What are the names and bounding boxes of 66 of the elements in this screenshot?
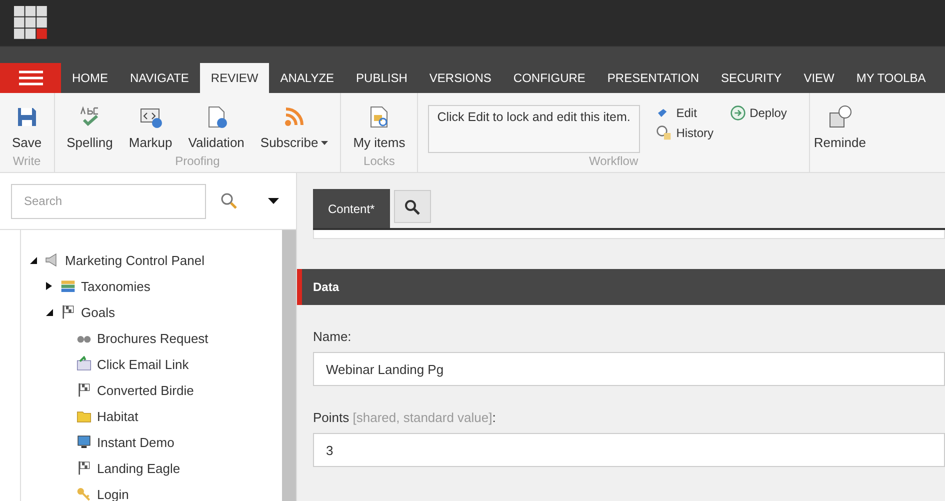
checkered-flag-icon [76, 382, 92, 398]
key-icon [76, 486, 92, 501]
ribbon-tab[interactable]: CONFIGURE [502, 63, 596, 93]
ribbon-button[interactable]: Markup [122, 105, 178, 150]
ribbon-button[interactable]: Validation [182, 105, 250, 150]
ribbon-tab[interactable]: PUBLISH [345, 63, 418, 93]
ribbon-tab[interactable]: ANALYZE [269, 63, 346, 93]
ribbon-tab[interactable]: PRESENTATION [596, 63, 710, 93]
input-field[interactable] [313, 230, 945, 239]
field-label: Points [shared, standard value]: [313, 410, 497, 425]
rss-icon [282, 105, 306, 129]
search-tab-button[interactable] [394, 190, 431, 223]
field-label: Name: [313, 329, 352, 344]
input-field[interactable]: 3 [313, 433, 945, 467]
search-field[interactable]: Search [11, 184, 206, 218]
ribbon-button[interactable]: My items [347, 105, 412, 150]
tree-item[interactable]: Converted Birdie [97, 382, 194, 398]
input-field[interactable]: Webinar Landing Pg [313, 352, 945, 386]
ribbon-button[interactable]: Spelling [60, 105, 119, 150]
ribbon-tab[interactable]: VIEW [792, 63, 846, 93]
tree-item[interactable]: Habitat [97, 408, 138, 424]
ribbon-tab[interactable]: SECURITY [710, 63, 793, 93]
ribbon-button[interactable]: Reminde [810, 105, 870, 150]
tree-item[interactable]: Brochures Request [97, 330, 208, 346]
monitor-icon [76, 434, 92, 450]
search-icon [220, 192, 238, 210]
tree-item[interactable]: Taxonomies [81, 278, 150, 294]
workflow-message: Click Edit to lock and edit this item. [428, 105, 640, 153]
section-header: Data [297, 269, 945, 305]
search-icon [404, 198, 420, 214]
workflow-action[interactable]: History [656, 125, 714, 141]
expand-arrow-icon[interactable] [45, 282, 53, 290]
collapse-arrow-icon[interactable] [45, 308, 53, 316]
tree-item[interactable]: Landing Eagle [97, 460, 180, 476]
group-label: Write [12, 154, 42, 170]
menu-button[interactable] [0, 63, 61, 93]
group-label: Proofing [174, 154, 221, 170]
tree-item[interactable]: Marketing Control Panel [65, 252, 204, 268]
ribbon-tab[interactable]: NAVIGATE [119, 63, 200, 93]
editor-tab[interactable]: Content* [313, 189, 390, 228]
search-button[interactable] [220, 192, 238, 210]
ribbon-tab[interactable]: VERSIONS [418, 63, 502, 93]
tree-item[interactable]: Login [97, 486, 129, 501]
ribbon-tab[interactable]: HOME [61, 63, 119, 93]
ribbon-button[interactable]: Subscribe [254, 105, 334, 150]
checkered-flag-icon [60, 304, 76, 320]
ribbon-tab[interactable]: REVIEW [200, 63, 270, 93]
arrow-circle-icon [730, 105, 746, 121]
ribbon-tab[interactable]: MY TOOLBA [845, 63, 937, 93]
workflow-action[interactable]: Deploy [730, 105, 787, 121]
workflow-action[interactable]: Edit [656, 105, 714, 121]
dropdown-button[interactable] [268, 198, 279, 204]
group-label: Locks [362, 154, 396, 170]
menu-icon [18, 70, 42, 86]
books-icon [60, 278, 76, 294]
tree-item[interactable]: Click Email Link [97, 356, 189, 372]
envelope-icon [76, 356, 92, 372]
tree-item[interactable]: Instant Demo [97, 434, 174, 450]
checkered-flag-icon [76, 460, 92, 476]
scrollbar[interactable] [282, 230, 296, 501]
tree-item[interactable]: Goals [81, 304, 115, 320]
app-grid-logo[interactable] [14, 6, 48, 40]
ribbon-button[interactable]: Save [6, 105, 48, 150]
collapse-arrow-icon[interactable] [29, 256, 37, 264]
group-label: Workflow [588, 154, 640, 170]
caret-icon [268, 198, 279, 204]
